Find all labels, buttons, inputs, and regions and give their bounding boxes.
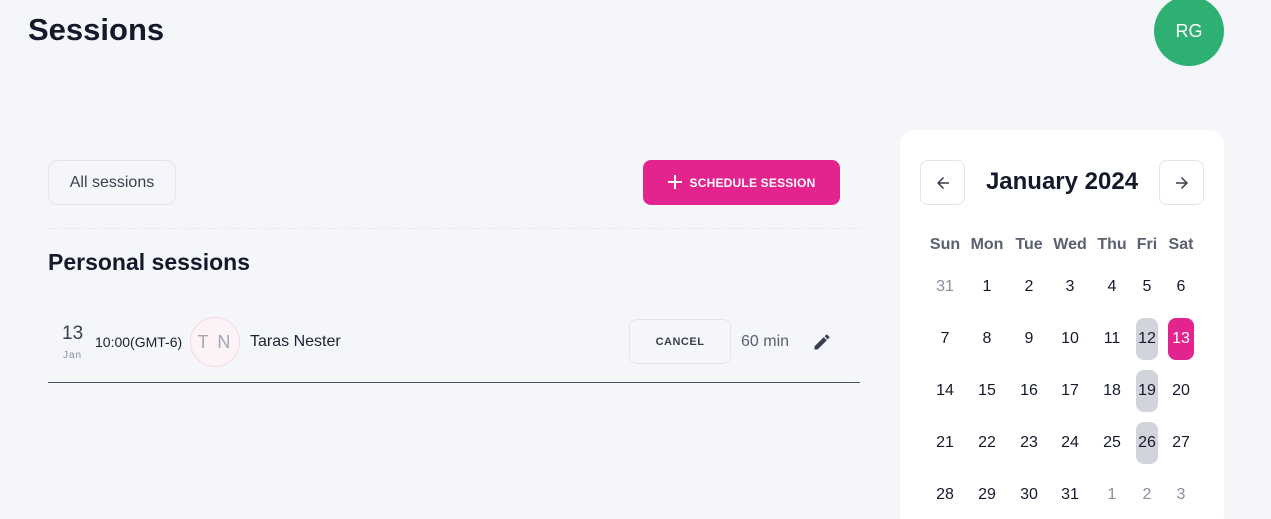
calendar-day[interactable]: 23 (1011, 422, 1047, 464)
calendar-day[interactable]: 7 (927, 318, 963, 360)
calendar-day[interactable]: 28 (927, 474, 963, 516)
cancel-session-button[interactable]: CANCEL (629, 319, 731, 364)
calendar-day[interactable]: 26 (1136, 422, 1158, 464)
session-duration: 60 min (741, 333, 790, 350)
session-row[interactable]: 13 Jan 10:00(GMT-6) T N Taras Nester CAN… (48, 310, 860, 383)
weekday-label: Sun (929, 236, 961, 253)
calendar-day[interactable]: 30 (1011, 474, 1047, 516)
calendar-day[interactable]: 12 (1136, 318, 1158, 360)
plus-icon (667, 170, 682, 194)
calendar-day[interactable]: 27 (1163, 422, 1199, 464)
calendar-day[interactable]: 1 (1094, 474, 1130, 516)
prev-month-button[interactable] (920, 160, 965, 205)
schedule-session-button[interactable]: SCHEDULE SESSION (643, 160, 840, 205)
calendar-month-title: January 2024 (985, 168, 1139, 195)
calendar-day[interactable]: 19 (1136, 370, 1158, 412)
client-initials-avatar: T N (190, 317, 240, 367)
calendar-day[interactable]: 22 (969, 422, 1005, 464)
calendar-day[interactable]: 11 (1094, 318, 1130, 360)
session-date-month: Jan (63, 350, 83, 361)
weekday-label: Wed (1053, 236, 1087, 253)
calendar-day[interactable]: 13 (1168, 318, 1194, 360)
calendar-day[interactable]: 24 (1052, 422, 1088, 464)
calendar-day[interactable]: 17 (1052, 370, 1088, 412)
calendar-day[interactable]: 5 (1129, 266, 1165, 308)
calendar-day[interactable]: 1 (969, 266, 1005, 308)
calendar-day[interactable]: 31 (1052, 474, 1088, 516)
calendar-day[interactable]: 14 (927, 370, 963, 412)
weekday-label: Thu (1097, 236, 1127, 253)
session-time: 10:00(GMT-6) (95, 334, 183, 350)
arrow-right-icon (1175, 176, 1188, 189)
calendar-day[interactable]: 29 (969, 474, 1005, 516)
pencil-icon[interactable] (812, 332, 832, 352)
calendar-day[interactable]: 16 (1011, 370, 1047, 412)
schedule-session-label: SCHEDULE SESSION (689, 175, 816, 190)
avatar[interactable]: RG (1154, 0, 1224, 66)
weekday-label: Mon (970, 236, 1004, 253)
calendar-day[interactable]: 15 (969, 370, 1005, 412)
calendar-day[interactable]: 9 (1011, 318, 1047, 360)
weekday-label: Sat (1168, 236, 1194, 253)
session-date-day: 13 (62, 323, 84, 344)
next-month-button[interactable] (1159, 160, 1204, 205)
client-name[interactable]: Taras Nester (250, 333, 341, 351)
divider (48, 228, 860, 229)
section-title: Personal sessions (48, 249, 250, 275)
calendar-day[interactable]: 3 (1163, 474, 1199, 516)
all-sessions-filter[interactable]: All sessions (48, 160, 176, 205)
calendar-day[interactable]: 31 (927, 266, 963, 308)
calendar-day[interactable]: 2 (1011, 266, 1047, 308)
calendar-day[interactable]: 18 (1094, 370, 1130, 412)
calendar-day[interactable]: 8 (969, 318, 1005, 360)
calendar-day[interactable]: 3 (1052, 266, 1088, 308)
calendar-day[interactable]: 4 (1094, 266, 1130, 308)
page-title: Sessions (28, 12, 165, 47)
calendar-day[interactable]: 20 (1163, 370, 1199, 412)
calendar-day[interactable]: 2 (1129, 474, 1165, 516)
calendar-day[interactable]: 25 (1094, 422, 1130, 464)
calendar: January 2024 Sun Mon Tue Wed Thu Fri Sat 31 1 2 3 4… (900, 130, 1224, 519)
calendar-day[interactable]: 10 (1052, 318, 1088, 360)
calendar-day[interactable]: 6 (1163, 266, 1199, 308)
arrow-left-icon (936, 176, 949, 189)
weekday-label: Tue (1015, 236, 1043, 253)
calendar-day[interactable]: 21 (927, 422, 963, 464)
